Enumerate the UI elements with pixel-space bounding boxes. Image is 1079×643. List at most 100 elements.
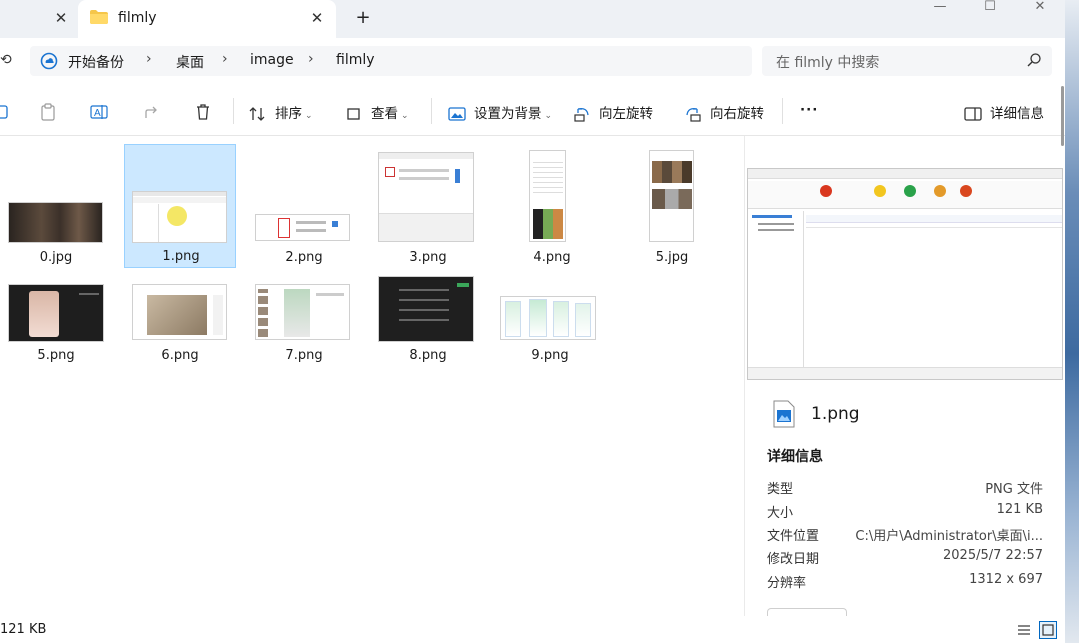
status-text: 121 KB <box>0 622 46 637</box>
folder-icon <box>90 10 108 24</box>
new-icon[interactable] <box>0 103 9 121</box>
property-value-resolution: 1312 x 697 <box>843 572 1043 587</box>
file-item-5-jpg[interactable]: 5.jpg <box>616 146 728 270</box>
file-item-1-png[interactable]: 1.png <box>124 144 236 268</box>
property-label-location: 文件位置 <box>767 525 819 544</box>
file-item-2-png[interactable]: 2.png <box>248 146 360 270</box>
refresh-icon[interactable]: ⟲ <box>0 52 12 68</box>
svg-text:A: A <box>94 108 101 119</box>
cloud-backup-icon <box>40 52 58 70</box>
thumbnail <box>132 191 227 243</box>
thumbnail <box>378 152 474 242</box>
breadcrumb-desktop[interactable]: 桌面 <box>176 52 204 72</box>
property-label-resolution: 分辨率 <box>767 572 806 591</box>
sort-label: 排序 <box>275 106 302 122</box>
rotate-right-button[interactable]: 向右旋转 <box>684 102 764 122</box>
file-name: 8.png <box>372 348 484 363</box>
thumbnail <box>132 284 227 340</box>
tab-filmly[interactable]: filmly ✕ <box>78 0 336 38</box>
file-item-6-png[interactable]: 6.png <box>124 272 236 396</box>
property-label-type: 类型 <box>767 478 793 497</box>
command-bar: A 排序⌄ 查看⌄ 设置为背景⌄ 向左旋转 向右旋转 <box>0 86 1065 136</box>
property-label-size: 大小 <box>767 502 793 521</box>
breadcrumb-home[interactable]: 开始备份 <box>68 52 124 72</box>
file-item-7-png[interactable]: 7.png <box>248 272 360 396</box>
sort-button[interactable]: 排序⌄ <box>249 102 313 122</box>
rotate-left-icon <box>573 106 591 122</box>
thumbnail <box>255 284 350 340</box>
view-label: 查看 <box>371 106 398 122</box>
file-name: 5.jpg <box>616 250 728 265</box>
address-bar[interactable]: 开始备份 › 桌面 › image › filmly <box>30 46 752 76</box>
close-tab-icon[interactable]: ✕ <box>308 9 326 27</box>
details-pane-button[interactable]: 详细信息 <box>964 102 1044 122</box>
property-value-modified: 2025/5/7 22:57 <box>843 548 1043 563</box>
file-list: 0.jpg 1.png 2.png 3.png <box>0 136 744 616</box>
more-options-button[interactable]: ··· <box>800 102 818 122</box>
maximize-button[interactable]: ☐ <box>967 0 1013 18</box>
more-properties-button[interactable] <box>767 608 847 616</box>
image-icon <box>448 106 466 122</box>
tab-bar: ✕ filmly ✕ + — ☐ ✕ <box>0 0 1079 38</box>
thumbnail <box>8 202 103 243</box>
rotate-right-label: 向右旋转 <box>710 106 764 122</box>
file-name: 3.png <box>372 250 484 265</box>
file-item-3-png[interactable]: 3.png <box>372 146 484 270</box>
thumbnail <box>378 276 474 342</box>
close-window-button[interactable]: ✕ <box>1017 0 1063 18</box>
search-icon[interactable] <box>1026 52 1042 68</box>
new-tab-button[interactable]: + <box>352 7 374 29</box>
rotate-left-button[interactable]: 向左旋转 <box>573 102 653 122</box>
desktop-background <box>1065 0 1079 643</box>
file-name: 0.jpg <box>0 250 112 265</box>
divider <box>782 98 783 124</box>
file-name: 6.png <box>124 348 236 363</box>
breadcrumb-separator[interactable]: › <box>308 51 314 67</box>
file-name: 5.png <box>0 348 112 363</box>
breadcrumb-separator[interactable]: › <box>222 51 228 67</box>
property-value-size: 121 KB <box>843 502 1043 517</box>
file-name: 1.png <box>125 249 237 264</box>
view-icon <box>345 106 363 122</box>
tab-title: filmly <box>118 10 157 26</box>
breadcrumb-filmly[interactable]: filmly <box>336 52 375 68</box>
search-input[interactable]: 在 filmly 中搜索 <box>762 46 1052 76</box>
preview-pane: 1.png 详细信息 类型 PNG 文件 大小 121 KB 文件位置 C:\用… <box>744 136 1065 616</box>
rename-icon[interactable]: A <box>90 103 108 121</box>
details-label: 详细信息 <box>990 106 1044 122</box>
file-name: 9.png <box>494 348 606 363</box>
close-tab-icon[interactable]: ✕ <box>52 9 70 27</box>
thumbnail <box>500 296 596 340</box>
tab-previous[interactable]: ✕ <box>0 0 78 38</box>
thumbnail-view-icon[interactable] <box>1040 622 1056 638</box>
file-item-0-jpg[interactable]: 0.jpg <box>0 146 112 270</box>
delete-icon[interactable] <box>194 103 212 121</box>
file-item-5-png[interactable]: 5.png <box>0 272 112 396</box>
address-row: ⟲ 开始备份 › 桌面 › image › filmly 在 filmly 中搜… <box>0 38 1065 86</box>
file-item-9-png[interactable]: 9.png <box>494 272 606 396</box>
divider <box>233 98 234 124</box>
details-heading: 详细信息 <box>767 446 823 466</box>
preview-file-name: 1.png <box>811 404 860 424</box>
file-name: 7.png <box>248 348 360 363</box>
share-icon[interactable] <box>143 103 161 121</box>
breadcrumb-image[interactable]: image <box>250 52 294 68</box>
paste-icon[interactable] <box>39 103 57 121</box>
thumbnail <box>255 214 350 241</box>
details-pane-icon <box>964 106 982 122</box>
breadcrumb-separator[interactable]: › <box>146 51 152 67</box>
sort-icon <box>249 106 267 122</box>
rotate-right-icon <box>684 106 702 122</box>
thumbnail <box>8 284 104 342</box>
set-background-button[interactable]: 设置为背景⌄ <box>448 102 552 122</box>
file-item-8-png[interactable]: 8.png <box>372 272 484 396</box>
preview-image <box>747 168 1063 380</box>
scrollbar[interactable] <box>1061 86 1064 146</box>
search-placeholder: 在 filmly 中搜索 <box>776 52 879 72</box>
details-view-icon[interactable] <box>1016 622 1032 638</box>
property-label-modified: 修改日期 <box>767 548 819 567</box>
minimize-button[interactable]: — <box>917 0 963 18</box>
view-button[interactable]: 查看⌄ <box>345 102 409 122</box>
file-item-4-png[interactable]: 4.png <box>496 146 608 270</box>
property-value-location[interactable]: C:\用户\Administrator\桌面\i... <box>843 525 1043 544</box>
